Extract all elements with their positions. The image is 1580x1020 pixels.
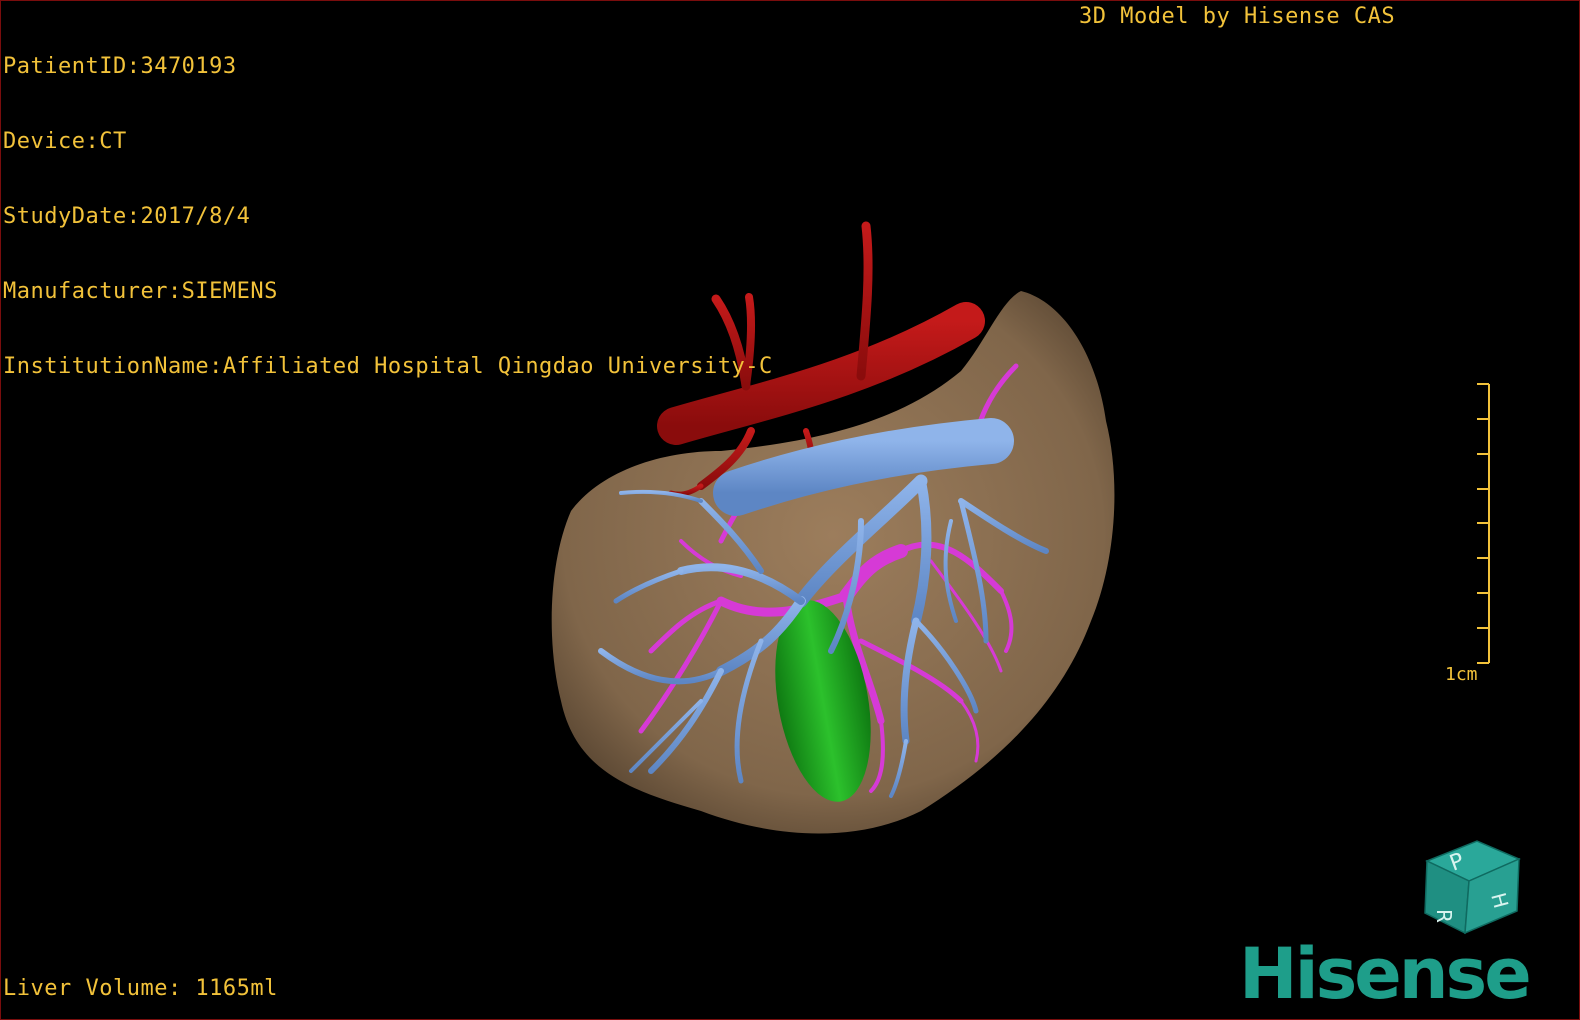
3d-viewport[interactable]: PatientID:3470193 Device:CT StudyDate:20… [0,0,1580,1020]
study-date-text: StudyDate:2017/8/4 [3,204,251,229]
hisense-logo: Hisense [1239,933,1532,1015]
manufacturer-text: Manufacturer:SIEMENS [3,279,278,304]
scale-bar-label: 1cm [1445,664,1478,685]
liver-volume-text: Liver Volume: 1165ml [3,976,278,1001]
cube-label-r: R [1432,909,1456,923]
institution-text: InstitutionName:Affiliated Hospital Qing… [3,354,773,379]
scale-bar [1477,383,1490,664]
device-text: Device:CT [3,129,127,154]
orientation-cube-icon[interactable]: P H R [1419,833,1523,937]
patient-info-overlay: PatientID:3470193 Device:CT StudyDate:20… [3,4,773,429]
patient-id-text: PatientID:3470193 [3,54,237,79]
model-credit-text: 3D Model by Hisense CAS [1079,4,1396,29]
